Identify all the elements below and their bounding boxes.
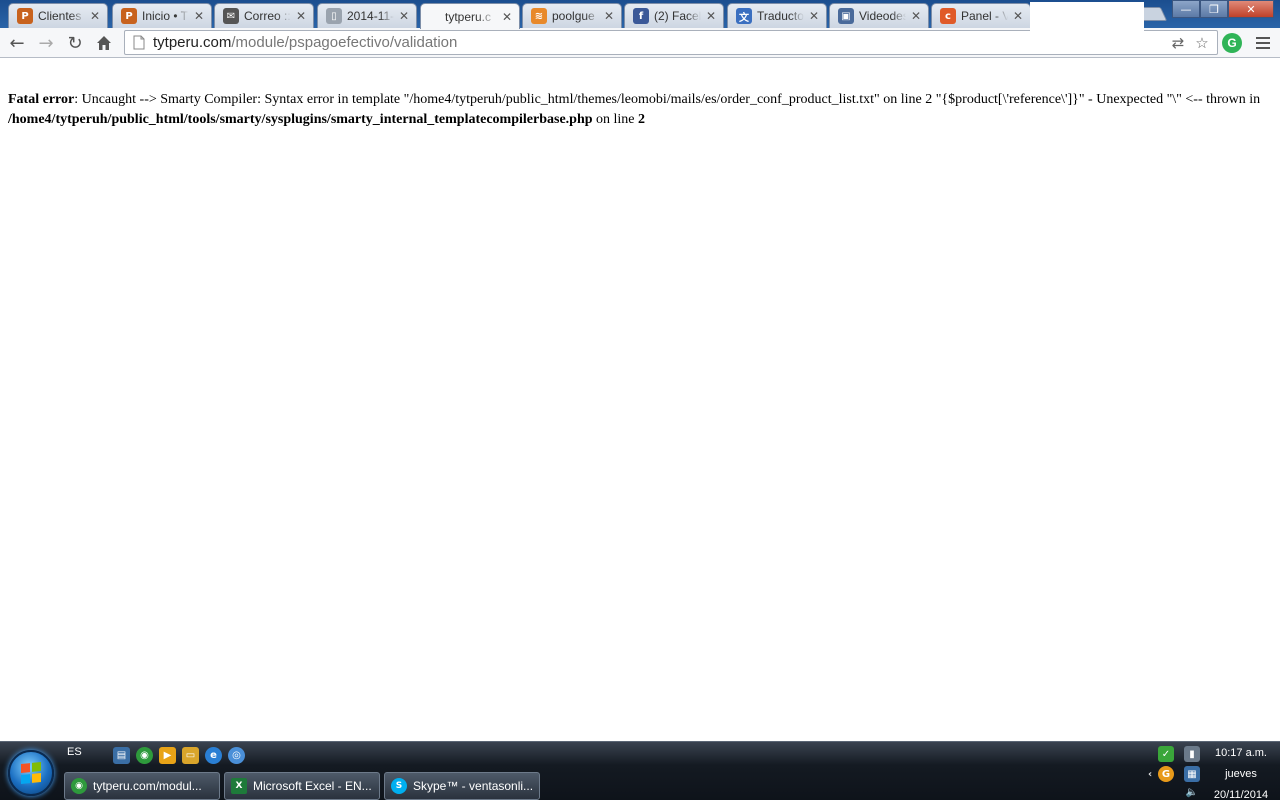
tab-title: Panel - V xyxy=(961,9,1008,23)
network-icon[interactable]: ▦ xyxy=(1184,766,1200,782)
taskbar-skype-window[interactable]: S Skype™ - ventasonli... xyxy=(384,772,540,800)
close-icon[interactable]: ✕ xyxy=(398,9,410,23)
mail-icon: ✉ xyxy=(223,8,239,24)
media-player-icon[interactable]: ▶ xyxy=(159,747,176,764)
page-icon xyxy=(131,35,147,51)
taskbar-button-label: tytperu.com/modul... xyxy=(93,779,202,793)
close-icon[interactable]: ✕ xyxy=(705,9,717,23)
excel-icon: X xyxy=(231,778,247,794)
reload-button[interactable]: ↻ xyxy=(64,32,86,54)
chrome-menu-icon[interactable] xyxy=(1254,34,1272,52)
internet-explorer-icon[interactable]: e xyxy=(205,747,222,764)
error-text: : Uncaught --> Smarty Compiler: Syntax e… xyxy=(74,92,1261,107)
back-button[interactable]: ← xyxy=(6,32,28,54)
rss-icon: ≋ xyxy=(531,8,547,24)
folder-icon[interactable]: ▭ xyxy=(182,747,199,764)
tab-tytperu-active[interactable]: tytperu.c ✕ xyxy=(420,3,520,29)
windows-taskbar: ES ▤ ◉ ▶ ▭ e ◎ ◉ tytperu.com/modul... X … xyxy=(0,741,1280,800)
tab-title: Inicio • T xyxy=(142,9,188,23)
url-path: /module/pspagoefectivo/validation xyxy=(231,34,458,51)
error-file-path: /home4/tytperuh/public_html/tools/smarty… xyxy=(8,112,593,127)
close-icon[interactable]: ✕ xyxy=(89,9,101,23)
tab-inicio[interactable]: P Inicio • T ✕ xyxy=(112,3,212,28)
tab-clientes[interactable]: P Clientes ✕ xyxy=(8,3,108,28)
taskbar-button-label: Microsoft Excel - EN... xyxy=(253,779,372,793)
network-app-icon[interactable]: ◎ xyxy=(228,747,245,764)
error-message: Fatal error: Uncaught --> Smarty Compile… xyxy=(8,90,1270,130)
prestashop-icon: P xyxy=(121,8,137,24)
tab-title: Videodes xyxy=(859,9,906,23)
home-icon xyxy=(97,36,111,50)
close-window-button[interactable]: ✕ xyxy=(1228,0,1274,18)
tab-title: Traducto xyxy=(757,9,804,23)
translate-icon: 文 xyxy=(736,8,752,24)
tab-2014-11[interactable]: ▯ 2014-11- ✕ xyxy=(317,3,417,28)
shield-check-icon[interactable]: ✓ xyxy=(1158,746,1174,762)
tab-title: (2) Faceb xyxy=(654,9,701,23)
blank-region xyxy=(1030,2,1144,54)
start-button[interactable] xyxy=(8,750,54,796)
bookmark-star-icon[interactable]: ☆ xyxy=(1193,34,1211,52)
chrome-icon: ◉ xyxy=(71,778,87,794)
forward-button[interactable]: → xyxy=(35,32,57,54)
window-controls: — ❐ ✕ xyxy=(1172,0,1274,18)
tab-title: 2014-11- xyxy=(347,9,394,23)
tab-facebook[interactable]: f (2) Faceb ✕ xyxy=(624,3,724,28)
tab-videodes[interactable]: ▣ Videodes ✕ xyxy=(829,3,929,28)
facebook-icon: f xyxy=(633,8,649,24)
tab-poolgue[interactable]: ≋ poolgue ✕ xyxy=(522,3,622,28)
url-host: tytperu.com xyxy=(153,34,232,51)
tab-title: Correo :: xyxy=(244,9,291,23)
error-line-number: 2 xyxy=(638,112,646,127)
taskbar-chrome-window[interactable]: ◉ tytperu.com/modul... xyxy=(64,772,220,800)
taskbar-button-label: Skype™ - ventasonli... xyxy=(413,779,534,793)
chrome-icon[interactable]: ◉ xyxy=(136,747,153,764)
prestashop-icon: P xyxy=(17,8,33,24)
tab-title: tytperu.c xyxy=(445,9,492,24)
video-icon: ▣ xyxy=(838,8,854,24)
error-label: Fatal error xyxy=(8,92,75,107)
system-clock[interactable]: 10:17 a.m. jueves 20/11/2014 xyxy=(1206,742,1276,800)
cpanel-icon: c xyxy=(940,8,956,24)
tab-correo[interactable]: ✉ Correo :: ✕ xyxy=(214,3,314,28)
minimize-button[interactable]: — xyxy=(1172,0,1200,18)
document-icon: ▯ xyxy=(326,8,342,24)
error-line-text: on line xyxy=(592,112,639,127)
windows-logo-icon xyxy=(21,761,41,785)
url-text: tytperu.com/module/pspagoefectivo/valida… xyxy=(153,34,457,51)
sync-app-icon[interactable]: G xyxy=(1158,766,1174,782)
volume-icon[interactable]: 🔈 xyxy=(1184,784,1200,800)
grammarly-extension-icon[interactable]: G xyxy=(1222,33,1242,53)
close-icon[interactable]: ✕ xyxy=(193,9,205,23)
battery-icon[interactable]: ▮ xyxy=(1184,746,1200,762)
close-icon[interactable]: ✕ xyxy=(603,9,615,23)
close-icon[interactable]: ✕ xyxy=(808,9,820,23)
clock-date: 20/11/2014 xyxy=(1213,788,1269,800)
show-desktop-icon[interactable]: ▤ xyxy=(113,747,130,764)
clock-time: 10:17 a.m. xyxy=(1215,746,1267,759)
tab-traductor[interactable]: 文 Traducto ✕ xyxy=(727,3,827,28)
close-icon[interactable]: ✕ xyxy=(910,9,922,23)
tab-panel[interactable]: c Panel - V ✕ xyxy=(931,3,1031,28)
tab-title: Clientes xyxy=(38,9,82,23)
taskbar-excel-window[interactable]: X Microsoft Excel - EN... xyxy=(224,772,380,800)
forward-arrow-icon: → xyxy=(38,32,54,54)
quick-launch: ▤ ◉ ▶ ▭ e ◎ xyxy=(113,747,245,764)
close-icon[interactable]: ✕ xyxy=(501,10,513,24)
show-hidden-icons-icon[interactable]: ‹ xyxy=(1142,766,1158,782)
home-button[interactable] xyxy=(93,32,115,54)
language-indicator[interactable]: ES xyxy=(67,746,82,758)
skype-icon: S xyxy=(391,778,407,794)
translate-page-icon[interactable]: ⇄ xyxy=(1169,34,1187,52)
tab-title: poolgue xyxy=(552,9,595,23)
back-arrow-icon: ← xyxy=(9,32,25,54)
clock-day: jueves xyxy=(1225,767,1257,780)
close-icon[interactable]: ✕ xyxy=(295,9,307,23)
close-icon[interactable]: ✕ xyxy=(1012,9,1024,23)
maximize-button[interactable]: ❐ xyxy=(1200,0,1228,18)
reload-icon: ↻ xyxy=(67,32,83,54)
